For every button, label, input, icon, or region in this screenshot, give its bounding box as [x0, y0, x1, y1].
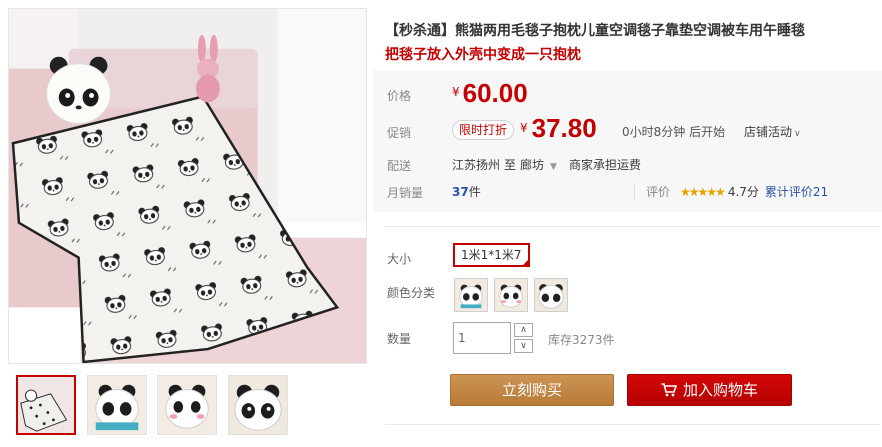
monthly-sales: 37件 [452, 183, 481, 200]
monthly-sales-count: 37 [452, 185, 469, 199]
monthly-sales-unit: 件 [468, 185, 481, 199]
shop-activity-label: 店铺活动 [744, 125, 793, 139]
star-icon: ★★★★★ [680, 185, 726, 199]
quantity-decrease-button[interactable]: ∨ [514, 339, 533, 353]
monthly-sales-label: 月销量 [387, 186, 424, 200]
shipping-from: 江苏扬州 [452, 158, 501, 172]
rating-summary: 评价 ★★★★★ 4.7分 累计评价21 [646, 183, 828, 200]
color-option-3[interactable] [534, 278, 568, 312]
price-label: 价格 [387, 89, 412, 103]
buy-now-label: 立刻购买 [501, 381, 562, 399]
chevron-down-icon: ∨ [794, 129, 801, 139]
size-option-selected[interactable]: 1米1*1米7 [453, 243, 530, 267]
total-reviews-link[interactable]: 累计评价21 [765, 185, 828, 199]
yen-icon: ¥ [520, 121, 528, 135]
shipping-info: 江苏扬州至廊坊 ▼ 商家承担运费 [452, 156, 645, 173]
shipping-destination-select[interactable]: 廊坊 ▼ [520, 158, 565, 172]
promotion-price-value: 37.80 [531, 113, 597, 143]
color-label: 颜色分类 [387, 286, 436, 300]
shipping-label: 配送 [387, 159, 412, 173]
chevron-up-icon: ∧ [520, 325, 527, 335]
rating-label: 评价 [646, 185, 671, 199]
color-option-1[interactable] [454, 278, 488, 312]
promotion-countdown: 0小时8分钟 后开始 [622, 125, 726, 139]
shipping-destination: 廊坊 [520, 158, 545, 172]
section-divider [385, 424, 880, 425]
quantity-label: 数量 [387, 332, 412, 346]
chevron-down-icon: ∨ [520, 341, 527, 351]
color-option-2[interactable] [494, 278, 528, 312]
section-divider [385, 226, 880, 227]
thumbnail-4[interactable] [228, 375, 288, 435]
rating-score: 4.7分 [727, 185, 759, 199]
shipping-to-word: 至 [504, 158, 517, 172]
cart-icon [661, 376, 678, 406]
add-to-cart-button[interactable]: 加入购物车 [627, 374, 792, 406]
thumbnail-2[interactable] [87, 375, 147, 435]
size-label: 大小 [387, 252, 412, 266]
product-subtitle: 把毯子放入外壳中变成一只抱枕 [385, 47, 581, 63]
promotion-price: ¥37.80 [520, 113, 597, 144]
stock-count: 库存3273件 [548, 333, 615, 347]
dropdown-arrow-icon: ▼ [550, 162, 557, 172]
product-title: 【秒杀通】熊猫两用毛毯子抱枕儿童空调毯子靠垫空调被车用午睡毯 [385, 23, 805, 39]
divider [634, 183, 635, 199]
original-price-value: 60.00 [462, 78, 528, 108]
quantity-increase-button[interactable]: ∧ [514, 323, 533, 337]
buy-now-button[interactable]: 立刻购买 [450, 374, 614, 406]
size-option-label: 1米1*1米7 [461, 248, 522, 262]
thumbnail-1[interactable] [16, 375, 76, 435]
promotion-label: 促销 [387, 126, 412, 140]
original-price: ¥60.00 [452, 78, 528, 109]
shop-activity-dropdown[interactable]: 店铺活动 ∨ [744, 123, 801, 140]
selected-check-icon [520, 258, 530, 267]
thumbnail-3[interactable] [157, 375, 217, 435]
yen-icon: ¥ [452, 85, 460, 99]
promotion-tag: 限时打折 [452, 120, 515, 140]
add-to-cart-label: 加入购物车 [682, 381, 758, 399]
main-product-image [8, 8, 367, 364]
quantity-input[interactable] [453, 322, 511, 354]
shipping-fee-note: 商家承担运费 [568, 158, 641, 172]
